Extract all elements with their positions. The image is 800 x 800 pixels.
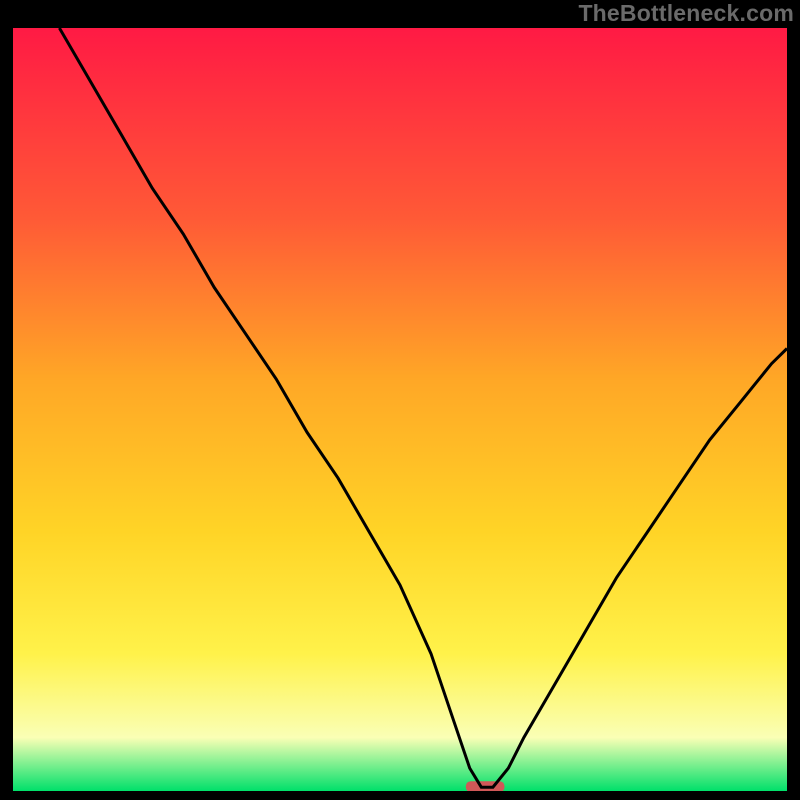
gradient-background xyxy=(13,28,787,791)
chart-frame: TheBottleneck.com xyxy=(0,0,800,800)
plot-svg xyxy=(13,28,787,791)
plot-area xyxy=(13,28,787,791)
watermark-text: TheBottleneck.com xyxy=(578,0,794,27)
